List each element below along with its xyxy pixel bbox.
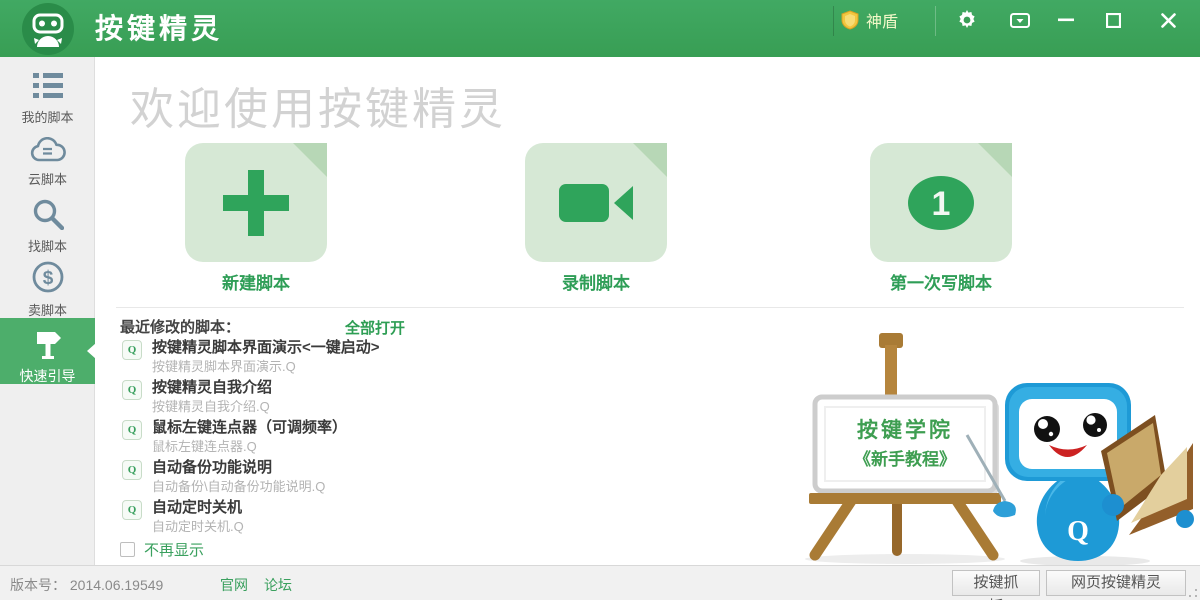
- gear-icon: [957, 10, 977, 30]
- app-logo: [22, 3, 74, 55]
- new-script-card[interactable]: [185, 143, 327, 262]
- board-title-text: 按键学院: [857, 418, 953, 442]
- script-list-item[interactable]: Q 鼠标左键连点器（可调频率） 鼠标左键连点器.Q: [122, 418, 742, 458]
- shield-icon: [840, 10, 860, 30]
- app-window: 按键精灵 神盾: [0, 0, 1200, 600]
- version-value: 2014.06.19549: [70, 577, 163, 593]
- sidebar-item-cloud-scripts[interactable]: 云脚本: [0, 137, 95, 188]
- sidebar-item-label: 卖脚本: [0, 300, 95, 319]
- svg-text:$: $: [42, 268, 53, 289]
- maximize-icon: [1106, 13, 1121, 28]
- maximize-button[interactable]: [1093, 0, 1133, 40]
- card-fold: [978, 143, 1012, 177]
- robot-logo-icon: [22, 3, 74, 55]
- settings-button[interactable]: [947, 0, 987, 40]
- script-title: 按键精灵脚本界面演示<一键启动>: [152, 338, 380, 358]
- script-file-icon: Q: [122, 460, 142, 480]
- script-filename: 自动定时关机.Q: [152, 518, 244, 535]
- script-list-item[interactable]: Q 自动备份功能说明 自动备份\自动备份功能说明.Q: [122, 458, 742, 498]
- shield-label: 神盾: [866, 8, 898, 32]
- tray-minimize-icon: [1010, 13, 1030, 28]
- sidebar-item-label: 云脚本: [0, 169, 95, 188]
- record-script-card[interactable]: [525, 143, 667, 262]
- script-filename: 按键精灵自我介绍.Q: [152, 398, 272, 415]
- script-title: 按键精灵自我介绍: [152, 378, 272, 398]
- dollar-icon: $: [31, 260, 65, 294]
- script-filename: 鼠标左键连点器.Q: [152, 438, 347, 455]
- title-bar: 按键精灵 神盾: [0, 0, 1200, 57]
- cloud-icon: [30, 137, 66, 163]
- sidebar: 我的脚本 云脚本 找脚本 $ 卖脚本: [0, 57, 95, 565]
- first-script-card[interactable]: 1: [870, 143, 1012, 262]
- dont-show-checkbox[interactable]: [120, 542, 135, 557]
- open-all-link[interactable]: 全部打开: [345, 317, 405, 338]
- script-file-icon: Q: [122, 420, 142, 440]
- section-divider: [116, 307, 1184, 308]
- new-script-label[interactable]: 新建脚本: [185, 269, 327, 294]
- sidebar-item-label: 找脚本: [0, 236, 95, 255]
- welcome-title: 欢迎使用按键精灵: [130, 73, 506, 137]
- sidebar-item-sell-scripts[interactable]: $ 卖脚本: [0, 260, 95, 319]
- forum-link[interactable]: 论坛: [264, 575, 292, 595]
- sidebar-item-label: 我的脚本: [0, 107, 95, 126]
- plus-icon: [219, 166, 293, 240]
- record-script-label[interactable]: 录制脚本: [525, 269, 667, 294]
- main-content: 欢迎使用按键精灵 新建脚本 录制脚本 1: [96, 57, 1200, 565]
- selected-item-wedge: [87, 343, 96, 359]
- key-capture-button[interactable]: 按键抓抓: [952, 570, 1040, 596]
- script-title: 自动备份功能说明: [152, 458, 325, 478]
- script-file-icon: Q: [122, 340, 142, 360]
- script-file-icon: Q: [122, 380, 142, 400]
- dont-show-again-control[interactable]: 不再显示: [120, 539, 204, 560]
- signpost-icon: [31, 330, 65, 360]
- minimize-icon: [1058, 18, 1074, 22]
- titlebar-separator: [935, 6, 936, 36]
- official-site-link[interactable]: 官网: [220, 575, 248, 595]
- recent-scripts-header: 最近修改的脚本：: [120, 316, 240, 337]
- svg-text:1: 1: [932, 185, 951, 223]
- version-label: 版本号：: [10, 577, 66, 593]
- minimize-button[interactable]: [1046, 0, 1086, 40]
- titlebar-separator: [833, 6, 834, 36]
- web-anjian-button[interactable]: 网页按键精灵: [1046, 570, 1186, 596]
- recent-scripts-list: Q 按键精灵脚本界面演示<一键启动> 按键精灵脚本界面演示.Q Q 按键精灵自我…: [122, 338, 742, 538]
- board-subtitle-text: 《新手教程》: [854, 449, 956, 469]
- sidebar-item-quick-guide[interactable]: 快速引导: [0, 318, 95, 384]
- sidebar-item-my-scripts[interactable]: 我的脚本: [0, 71, 95, 126]
- script-title: 自动定时关机: [152, 498, 244, 518]
- sidebar-item-find-scripts[interactable]: 找脚本: [0, 198, 95, 255]
- shield-button[interactable]: 神盾: [840, 0, 898, 40]
- script-list-item[interactable]: Q 按键精灵脚本界面演示<一键启动> 按键精灵脚本界面演示.Q: [122, 338, 742, 378]
- script-list-item[interactable]: Q 自动定时关机 自动定时关机.Q: [122, 498, 742, 538]
- sidebar-item-label: 快速引导: [0, 366, 95, 386]
- status-bar: 版本号： 2014.06.19549 官网 论坛 按键抓抓 网页按键精灵: [0, 565, 1200, 600]
- resize-grip[interactable]: [1189, 589, 1197, 597]
- mascot-illustration: 按键学院 《新手教程》 Q: [795, 323, 1195, 565]
- dont-show-label: 不再显示: [144, 539, 204, 560]
- script-list-item[interactable]: Q 按键精灵自我介绍 按键精灵自我介绍.Q: [122, 378, 742, 418]
- minimize-to-tray-button[interactable]: [1000, 0, 1040, 40]
- card-fold: [633, 143, 667, 177]
- card-fold: [293, 143, 327, 177]
- close-button[interactable]: [1148, 0, 1188, 40]
- first-script-label[interactable]: 第一次写脚本: [870, 269, 1012, 294]
- app-title: 按键精灵: [95, 0, 223, 57]
- record-video-icon: [557, 180, 635, 226]
- script-title: 鼠标左键连点器（可调频率）: [152, 418, 347, 438]
- script-file-icon: Q: [122, 500, 142, 520]
- close-icon: [1161, 13, 1176, 28]
- mascot-body-letter: Q: [1067, 516, 1089, 547]
- my-scripts-list-icon: [32, 71, 64, 101]
- version-text: 版本号： 2014.06.19549: [10, 575, 163, 595]
- search-icon: [32, 198, 64, 230]
- script-filename: 自动备份\自动备份功能说明.Q: [152, 478, 325, 495]
- script-filename: 按键精灵脚本界面演示.Q: [152, 358, 380, 375]
- number-one-icon: 1: [906, 174, 976, 232]
